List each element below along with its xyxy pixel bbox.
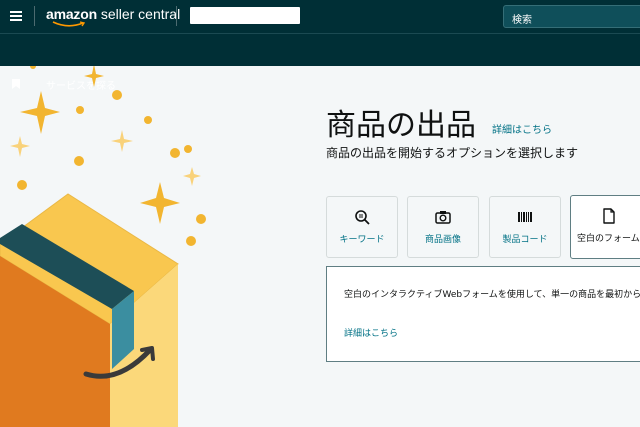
tab-keyword[interactable]: キーワード xyxy=(326,196,398,258)
document-icon xyxy=(603,208,615,224)
tab-blank-form[interactable]: 空白のフォーム xyxy=(570,195,640,259)
sub-nav-bar: サービスを探る xyxy=(0,33,640,92)
tab-product-image[interactable]: 商品画像 xyxy=(407,196,479,258)
page-subtitle: 商品の出品を開始するオプションを選択します xyxy=(326,146,579,160)
page-title: 商品の出品 xyxy=(326,108,476,143)
barcode-icon xyxy=(518,212,532,222)
tab-label: キーワード xyxy=(339,235,385,245)
option-description: 空白のインタラクティブWebフォームを使用して、単一の商品を最初から xyxy=(344,290,640,300)
keyword-search-icon xyxy=(355,210,370,225)
tab-label: 商品画像 xyxy=(424,235,461,245)
sparkle-icon xyxy=(10,66,201,224)
top-bar: amazon seller central 検索 xyxy=(0,0,640,33)
header-divider xyxy=(34,6,35,26)
tab-product-code[interactable]: 製品コード xyxy=(489,196,561,258)
option-learn-more-link[interactable]: 詳細はこちら xyxy=(344,326,398,339)
camera-icon xyxy=(435,211,451,224)
search-input[interactable]: 検索 xyxy=(503,5,640,28)
header-divider xyxy=(176,6,177,26)
option-description-panel: 空白のインタラクティブWebフォームを使用して、単一の商品を最初から 詳細はこち… xyxy=(326,266,640,362)
learn-more-link[interactable]: 詳細はこちら xyxy=(492,121,552,136)
tab-label: 空白のフォーム xyxy=(577,234,640,244)
hamburger-menu-icon[interactable] xyxy=(10,11,22,21)
tab-label: 製品コード xyxy=(502,235,548,245)
account-selector[interactable] xyxy=(190,7,300,24)
amazon-seller-central-logo[interactable]: amazon seller central xyxy=(46,6,180,22)
hero-box-illustration xyxy=(0,66,206,427)
amazon-smile-icon xyxy=(52,21,86,27)
